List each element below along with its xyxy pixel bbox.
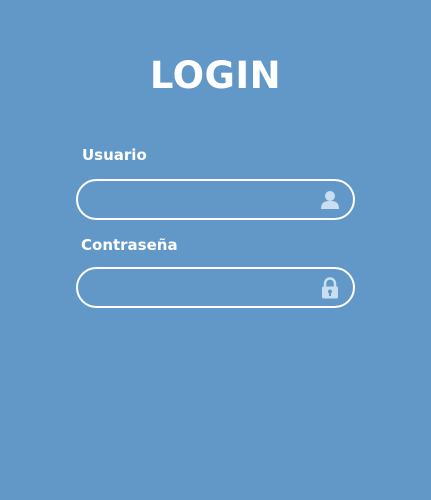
- username-label: Usuario: [82, 146, 147, 164]
- username-input[interactable]: [92, 181, 312, 218]
- password-input[interactable]: [92, 269, 312, 306]
- password-field[interactable]: [76, 267, 355, 308]
- username-field[interactable]: [76, 179, 355, 220]
- user-icon: [319, 189, 341, 211]
- login-page: LOGIN Usuario Contraseña: [0, 0, 431, 500]
- password-label: Contraseña: [81, 236, 178, 254]
- page-title: LOGIN: [149, 54, 282, 97]
- lock-icon: [319, 277, 341, 299]
